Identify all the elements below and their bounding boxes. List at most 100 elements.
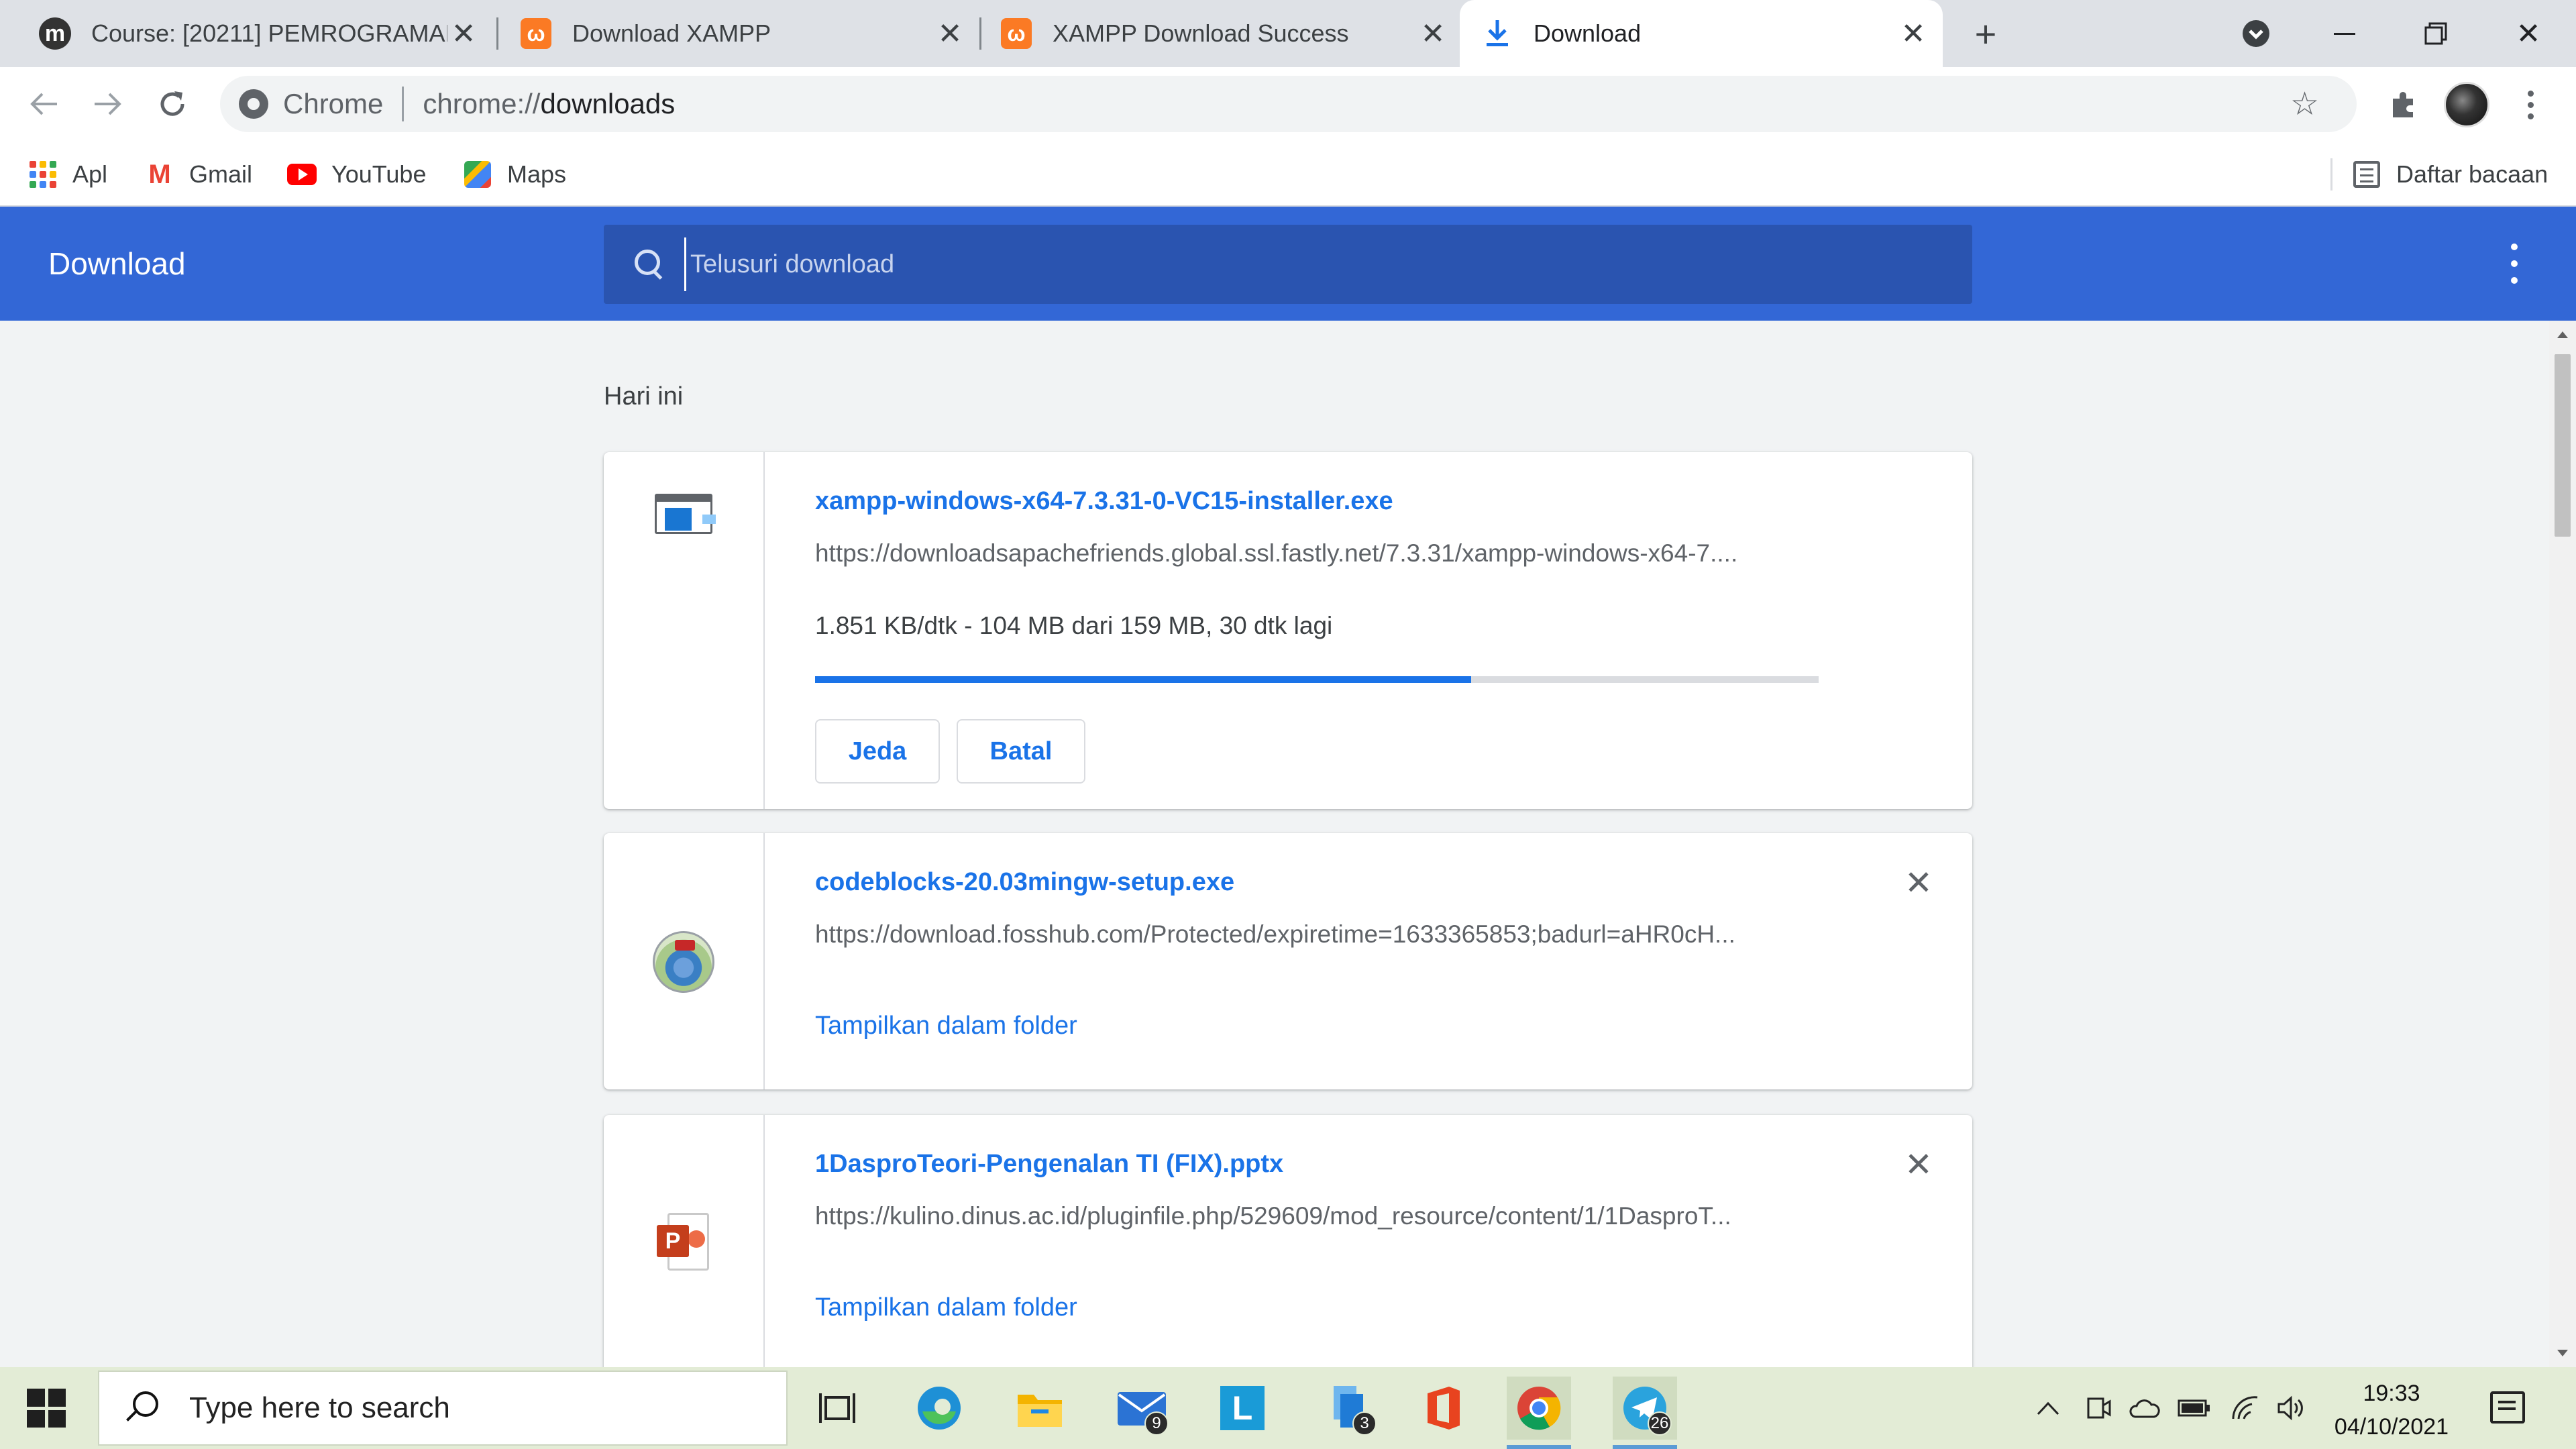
scroll-down-arrow-icon[interactable] [2557, 1350, 2568, 1356]
scrollbar-thumb[interactable] [2555, 354, 2571, 537]
tab-course[interactable]: m Course: [20211] PEMROGRAMAN ✕ [0, 0, 493, 67]
bookmark-label: Gmail [189, 160, 253, 188]
forward-arrow-icon [95, 93, 121, 115]
tab-download-xampp[interactable]: ω Download XAMPP ✕ [500, 0, 979, 67]
minimize-icon [2334, 32, 2355, 35]
bookmark-apps[interactable]: Apl [28, 156, 107, 193]
address-bar[interactable]: Chrome chrome://downloads ☆ [220, 76, 2357, 132]
task-view-button[interactable] [805, 1377, 869, 1440]
close-tab-icon[interactable]: ✕ [1897, 17, 1929, 50]
show-in-folder-link[interactable]: Tampilkan dalam folder [815, 1012, 1077, 1040]
tab-title: Course: [20211] PEMROGRAMAN [91, 19, 447, 47]
restore-icon [2424, 22, 2447, 45]
url-path: downloads [540, 88, 676, 119]
minimize-button[interactable] [2301, 0, 2388, 67]
file-url: https://kulino.dinus.ac.id/pluginfile.ph… [815, 1202, 1731, 1230]
scroll-up-arrow-icon[interactable] [2557, 331, 2568, 338]
close-window-button[interactable]: ✕ [2485, 0, 2572, 67]
progress-fill [815, 676, 1472, 683]
reading-list-button[interactable]: Daftar bacaan [2353, 156, 2548, 193]
back-button[interactable] [20, 80, 67, 127]
new-tab-button[interactable]: + [1966, 13, 2006, 55]
close-tab-icon[interactable]: ✕ [934, 17, 966, 50]
remove-download-icon[interactable]: ✕ [1902, 864, 1935, 902]
meet-now-icon[interactable] [2082, 1393, 2116, 1424]
close-window-icon: ✕ [2516, 17, 2541, 50]
system-clock[interactable]: 19:33 04/10/2021 [2308, 1377, 2475, 1444]
search-icon [123, 1390, 160, 1426]
chrome-icon [1517, 1387, 1561, 1430]
exe-file-icon [655, 494, 712, 534]
edge-icon [918, 1387, 961, 1430]
bookmark-youtube[interactable]: YouTube [287, 156, 426, 193]
tab-title: Download XAMPP [572, 19, 771, 47]
bookmark-gmail[interactable]: M Gmail [145, 156, 252, 193]
bookmark-label: YouTube [331, 160, 427, 188]
office-icon [1428, 1387, 1460, 1430]
tab-search-button[interactable] [2212, 0, 2300, 67]
file-explorer-app[interactable] [1008, 1377, 1072, 1440]
file-name-link[interactable]: xampp-windows-x64-7.3.31-0-VC15-installe… [815, 487, 1393, 516]
office-app[interactable] [1411, 1377, 1476, 1440]
download-item: codeblocks-20.03mingw-setup.exe https://… [604, 833, 1972, 1089]
back-arrow-icon [30, 93, 57, 115]
xampp-icon: ω [520, 17, 552, 50]
puzzle-icon [2393, 92, 2413, 117]
tab-xampp-success[interactable]: ω XAMPP Download Success ✕ [983, 0, 1462, 67]
installer-disc-icon [653, 931, 714, 993]
bookmark-star-icon[interactable]: ☆ [2290, 85, 2319, 123]
battery-icon[interactable] [2178, 1393, 2211, 1424]
apps-grid-icon [28, 160, 58, 189]
page-title: Download [48, 246, 186, 281]
forward-button[interactable] [85, 80, 131, 127]
chevron-up-icon [2037, 1401, 2059, 1415]
action-center-icon[interactable] [2490, 1391, 2525, 1424]
telegram-badge: 26 [1648, 1411, 1672, 1436]
download-item: P 1DasproTeori-Pengenalan TI (FIX).pptx … [604, 1115, 1972, 1367]
downloads-search[interactable] [604, 225, 1972, 304]
onedrive-icon[interactable] [2128, 1393, 2161, 1424]
download-item: xampp-windows-x64-7.3.31-0-VC15-installe… [604, 452, 1972, 809]
cancel-button[interactable]: Batal [957, 719, 1085, 784]
taskbar-search-input[interactable] [189, 1391, 726, 1425]
file-name-link[interactable]: 1DasproTeori-Pengenalan TI (FIX).pptx [815, 1150, 1283, 1179]
close-tab-icon[interactable]: ✕ [447, 17, 480, 50]
reading-list-label: Daftar bacaan [2396, 160, 2548, 188]
reload-button[interactable] [149, 80, 196, 127]
downloads-menu-button[interactable] [2508, 244, 2521, 284]
show-hidden-icons-button[interactable] [2031, 1393, 2065, 1424]
show-in-folder-link[interactable]: Tampilkan dalam folder [815, 1293, 1077, 1322]
page-scrollbar[interactable] [2549, 321, 2576, 1367]
file-name-link[interactable]: codeblocks-20.03mingw-setup.exe [815, 868, 1234, 897]
omnibox-divider [402, 87, 405, 121]
bookmark-label: Maps [507, 160, 567, 188]
files-app[interactable]: 3 [1318, 1377, 1382, 1440]
gmail-icon: M [148, 159, 171, 189]
file-icon-column [604, 452, 765, 809]
reading-list-icon [2353, 161, 2380, 188]
remove-download-icon[interactable]: ✕ [1902, 1146, 1935, 1183]
bookmark-maps[interactable]: Maps [463, 156, 566, 193]
search-input[interactable] [684, 237, 1972, 291]
l-app[interactable]: L [1210, 1377, 1275, 1440]
pause-button[interactable]: Jeda [815, 719, 940, 784]
windows-taskbar: 9 L 3 26 19:33 04/10/2021 [0, 1367, 2576, 1449]
profile-avatar[interactable] [2444, 82, 2489, 127]
tab-downloads[interactable]: Download ✕ [1460, 0, 1943, 67]
chrome-app[interactable] [1507, 1377, 1571, 1449]
chrome-menu-button[interactable] [2509, 83, 2552, 126]
bookmarks-divider [2330, 158, 2332, 191]
volume-icon[interactable] [2274, 1393, 2308, 1424]
extensions-button[interactable] [2381, 83, 2424, 126]
edge-app[interactable] [907, 1377, 971, 1440]
restore-button[interactable] [2392, 0, 2479, 67]
telegram-app[interactable]: 26 [1613, 1377, 1677, 1449]
wifi-icon[interactable] [2229, 1393, 2262, 1424]
windows-start-icon[interactable] [27, 1389, 66, 1428]
taskbar-search[interactable] [98, 1371, 788, 1446]
browser-toolbar: Chrome chrome://downloads ☆ [0, 67, 2576, 141]
mail-app[interactable]: 9 [1110, 1377, 1174, 1440]
close-tab-icon[interactable]: ✕ [1417, 17, 1449, 50]
kebab-menu-icon [2527, 90, 2534, 119]
clock-time: 19:33 [2363, 1381, 2420, 1406]
